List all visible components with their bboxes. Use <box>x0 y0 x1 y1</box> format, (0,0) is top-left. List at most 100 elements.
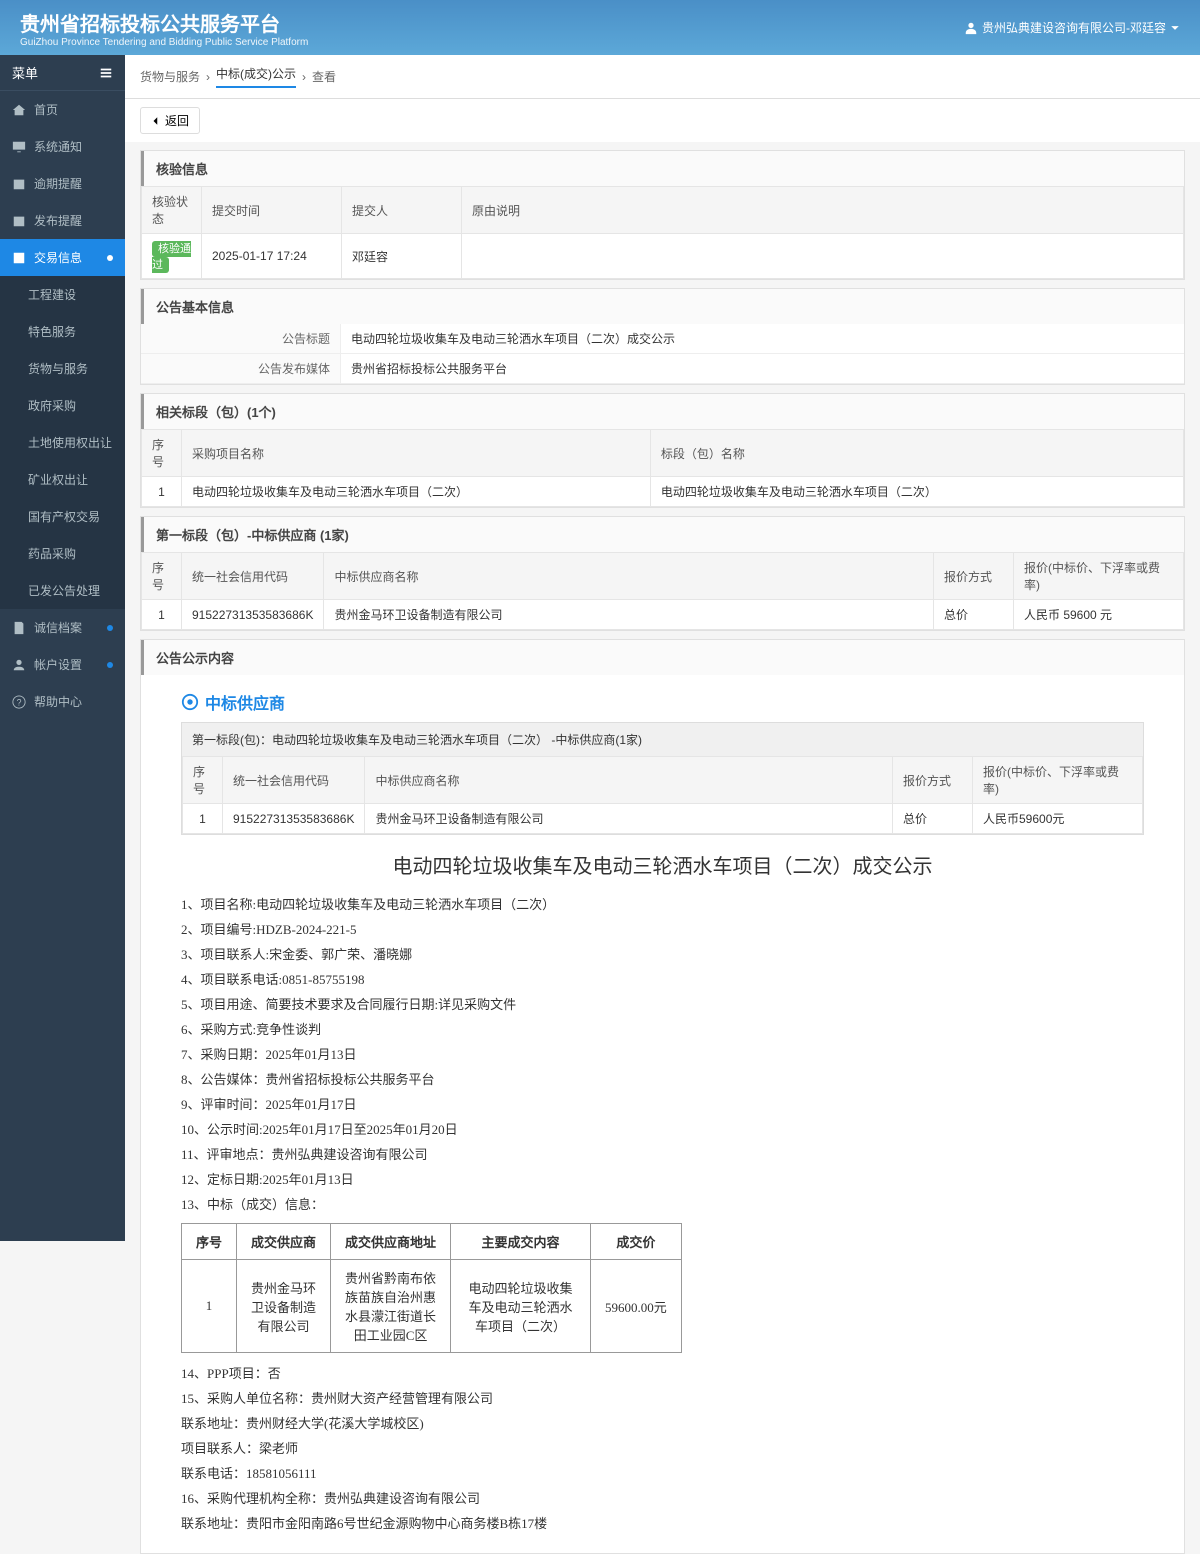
th-no: 序号 <box>142 430 182 477</box>
chevron-down-icon <box>1170 21 1180 35</box>
back-icon <box>151 114 161 128</box>
sidebar-sub-engineering[interactable]: 工程建设 <box>0 276 125 313</box>
th-name: 中标供应商名称 <box>365 757 893 804</box>
expand-indicator-icon <box>107 255 113 261</box>
announce-p: 5、项目用途、简要技术要求及合同履行日期:详见采购文件 <box>181 994 1144 1013</box>
sidebar-sub-published[interactable]: 已发公告处理 <box>0 572 125 609</box>
announce-p: 4、项目联系电话:0851-85755198 <box>181 969 1144 988</box>
expand-indicator-icon <box>107 625 113 631</box>
site-subtitle: GuiZhou Province Tendering and Bidding P… <box>20 37 308 48</box>
value-title: 电动四轮垃圾收集车及电动三轮洒水车项目（二次）成交公示 <box>341 324 1184 353</box>
th-addr: 成交供应商地址 <box>331 1224 451 1260</box>
user-icon <box>12 658 26 672</box>
announce-p: 11、评审地点：贵州弘典建设咨询有限公司 <box>181 1144 1144 1163</box>
cell-no: 1 <box>142 600 182 630</box>
user-menu[interactable]: 贵州弘典建设咨询有限公司-邓廷容 <box>964 19 1180 36</box>
basic-title: 公告基本信息 <box>141 289 1184 324</box>
publish-icon <box>12 214 26 228</box>
verify-title: 核验信息 <box>141 151 1184 186</box>
expand-indicator-icon <box>107 662 113 668</box>
back-button[interactable]: 返回 <box>140 107 200 134</box>
announce-p: 6、采购方式:竞争性谈判 <box>181 1019 1144 1038</box>
sidebar: 菜单 首页 系统通知 逾期提醒 发布提醒 交易信息 工程建设 特色服务 货物与服… <box>0 55 125 1241</box>
announce-p: 9、评审时间：2025年01月17日 <box>181 1094 1144 1113</box>
content-panel: 公告公示内容 中标供应商 第一标段(包)：电动四轮垃圾收集车及电动三轮洒水车项目… <box>140 639 1185 1554</box>
th-name: 中标供应商名称 <box>324 553 934 600</box>
monitor-icon <box>12 140 26 154</box>
cell-code: 91522731353583686K <box>223 804 365 834</box>
winner-table: 序号 统一社会信用代码 中标供应商名称 报价方式 报价(中标价、下浮率或费率) … <box>141 552 1184 630</box>
content: 货物与服务 › 中标(成交)公示 › 查看 返回 核验信息 核验状态 提交时间 … <box>125 55 1200 1554</box>
cell-method: 总价 <box>934 600 1014 630</box>
menu-icon <box>99 66 113 80</box>
cell-proj: 电动四轮垃圾收集车及电动三轮洒水车项目（二次） <box>182 477 651 507</box>
table-row: 1 电动四轮垃圾收集车及电动三轮洒水车项目（二次） 电动四轮垃圾收集车及电动三轮… <box>142 477 1184 507</box>
announce-p: 1、项目名称:电动四轮垃圾收集车及电动三轮洒水车项目（二次） <box>181 894 1144 913</box>
supplier-box: 第一标段(包)：电动四轮垃圾收集车及电动三轮洒水车项目（二次） -中标供应商(1… <box>181 722 1144 835</box>
th-proj: 采购项目名称 <box>182 430 651 477</box>
cell-method: 总价 <box>893 804 973 834</box>
announce-p: 10、公示时间:2025年01月17日至2025年01月20日 <box>181 1119 1144 1138</box>
sidebar-item-home[interactable]: 首页 <box>0 91 125 128</box>
target-icon <box>181 693 199 711</box>
cell-code: 91522731353583686K <box>182 600 324 630</box>
table-row: 1 91522731353583686K 贵州金马环卫设备制造有限公司 总价 人… <box>142 600 1184 630</box>
cell-supplier: 贵州金马环卫设备制造有限公司 <box>237 1260 331 1353</box>
th-reason: 原由说明 <box>462 187 1184 234</box>
site-title: 贵州省招标投标公共服务平台 <box>20 8 308 37</box>
sidebar-item-overdue[interactable]: 逾期提醒 <box>0 165 125 202</box>
sidebar-item-trade-info[interactable]: 交易信息 <box>0 239 125 276</box>
th-code: 统一社会信用代码 <box>223 757 365 804</box>
announce-p: 8、公告媒体：贵州省招标投标公共服务平台 <box>181 1069 1144 1088</box>
cell-no: 1 <box>182 1260 237 1353</box>
table-row: 1 贵州金马环卫设备制造有限公司 贵州省黔南布依族苗族自治州惠水县濛江街道长田工… <box>182 1260 682 1353</box>
announce-p: 联系地址：贵州财经大学(花溪大学城校区) <box>181 1413 1144 1432</box>
announce-p: 12、定标日期:2025年01月13日 <box>181 1169 1144 1188</box>
verify-table: 核验状态 提交时间 提交人 原由说明 核验通过 2025-01-17 17:24… <box>141 186 1184 279</box>
breadcrumb-b[interactable]: 中标(成交)公示 <box>216 65 296 88</box>
sidebar-item-help[interactable]: ?帮助中心 <box>0 683 125 720</box>
sidebar-sub-land[interactable]: 土地使用权出让 <box>0 424 125 461</box>
cell-price: 人民币59600元 <box>973 804 1143 834</box>
sidebar-sub-gov[interactable]: 政府采购 <box>0 387 125 424</box>
sidebar-submenu: 工程建设 特色服务 货物与服务 政府采购 土地使用权出让 矿业权出让 国有产权交… <box>0 276 125 609</box>
cell-person: 邓廷容 <box>342 234 462 279</box>
sidebar-sub-state[interactable]: 国有产权交易 <box>0 498 125 535</box>
th-time: 提交时间 <box>202 187 342 234</box>
sidebar-item-system-notice[interactable]: 系统通知 <box>0 128 125 165</box>
label-title: 公告标题 <box>141 324 341 353</box>
table-row: 核验通过 2025-01-17 17:24 邓廷容 <box>142 234 1184 279</box>
th-pkg: 标段（包）名称 <box>650 430 1183 477</box>
sidebar-item-publish[interactable]: 发布提醒 <box>0 202 125 239</box>
announce-p: 7、采购日期：2025年01月13日 <box>181 1044 1144 1063</box>
sidebar-sub-feature[interactable]: 特色服务 <box>0 313 125 350</box>
verify-panel: 核验信息 核验状态 提交时间 提交人 原由说明 核验通过 2025-01-17 … <box>140 150 1185 280</box>
th-method: 报价方式 <box>893 757 973 804</box>
home-icon <box>12 103 26 117</box>
announce-p: 项目联系人：梁老师 <box>181 1438 1144 1457</box>
sidebar-sub-drug[interactable]: 药品采购 <box>0 535 125 572</box>
header: 贵州省招标投标公共服务平台 GuiZhou Province Tendering… <box>0 0 1200 55</box>
th-supplier: 成交供应商 <box>237 1224 331 1260</box>
announce-p: 联系地址：贵阳市金阳南路6号世纪金源购物中心商务楼B栋17楼 <box>181 1513 1144 1532</box>
th-price: 成交价 <box>591 1224 682 1260</box>
announce-p: 15、采购人单位名称：贵州财大资产经营管理有限公司 <box>181 1388 1144 1407</box>
breadcrumb-a[interactable]: 货物与服务 <box>140 68 200 85</box>
sidebar-item-integrity[interactable]: 诚信档案 <box>0 609 125 646</box>
announce-p: 14、PPP项目：否 <box>181 1363 1144 1382</box>
sidebar-menu-header[interactable]: 菜单 <box>0 55 125 91</box>
winner-title: 第一标段（包）-中标供应商 (1家) <box>141 517 1184 552</box>
content-title: 公告公示内容 <box>141 640 1184 675</box>
supplier-table: 序号 统一社会信用代码 中标供应商名称 报价方式 报价(中标价、下浮率或费率) … <box>182 756 1143 834</box>
breadcrumb: 货物与服务 › 中标(成交)公示 › 查看 <box>125 55 1200 99</box>
th-person: 提交人 <box>342 187 462 234</box>
table-row: 1 91522731353583686K 贵州金马环卫设备制造有限公司 总价 人… <box>183 804 1143 834</box>
cell-name: 贵州金马环卫设备制造有限公司 <box>324 600 934 630</box>
sidebar-item-account[interactable]: 帐户设置 <box>0 646 125 683</box>
cell-price: 59600.00元 <box>591 1260 682 1353</box>
th-status: 核验状态 <box>142 187 202 234</box>
sidebar-sub-goods[interactable]: 货物与服务 <box>0 350 125 387</box>
announce-list: 1、项目名称:电动四轮垃圾收集车及电动三轮洒水车项目（二次） 2、项目编号:HD… <box>181 894 1144 1532</box>
cell-no: 1 <box>183 804 223 834</box>
sidebar-sub-mining[interactable]: 矿业权出让 <box>0 461 125 498</box>
